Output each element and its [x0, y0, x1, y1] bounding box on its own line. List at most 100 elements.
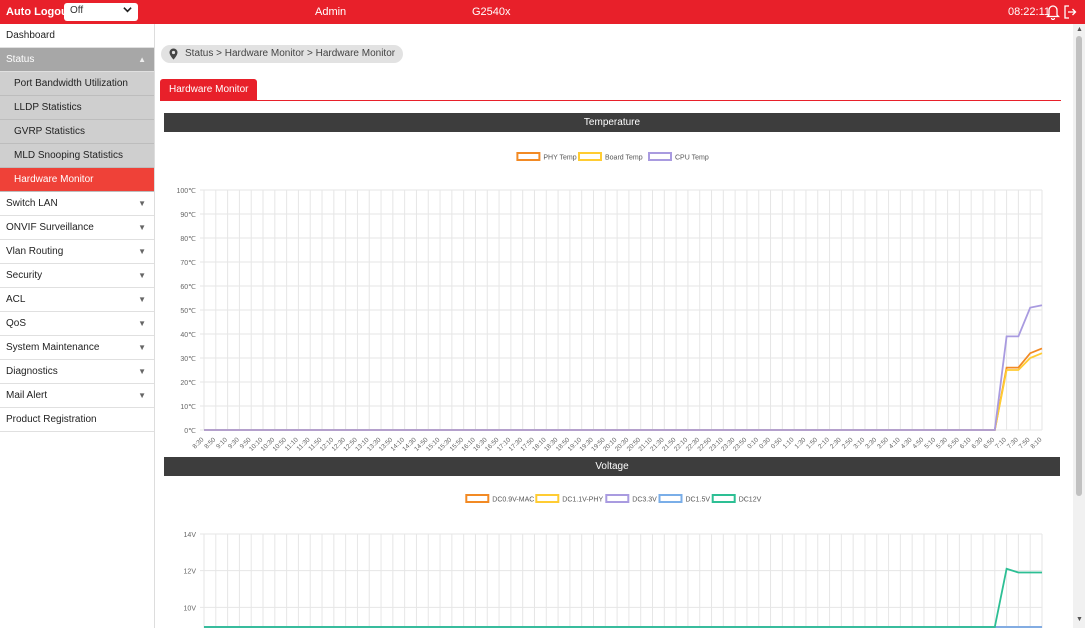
y-tick-label: 10V	[184, 605, 197, 612]
legend-label: DC3.3V	[632, 497, 657, 504]
temperature-section-header: Temperature	[164, 113, 1060, 132]
expand-arrow-icon: ▼	[138, 367, 146, 376]
chevron-down-icon	[123, 5, 132, 17]
main-content: Status > Hardware Monitor > Hardware Mon…	[155, 24, 1073, 628]
x-tick-label: 7:30	[1006, 436, 1020, 450]
tab-underline	[160, 100, 1061, 101]
legend-swatch	[648, 152, 672, 161]
x-tick-label: 8:10	[1030, 436, 1044, 450]
series-line	[204, 347, 1043, 431]
top-bar: Auto Logout : Off Admin G2540x 08:22:11	[0, 0, 1085, 24]
legend-label: DC0.9V-MAC	[492, 497, 534, 504]
page-scrollbar[interactable]: ▲ ▼	[1073, 24, 1085, 628]
user-name: Admin	[315, 6, 347, 18]
sidebar-subitem-label: Port Bandwidth Utilization	[14, 78, 128, 89]
legend-label: CPU Temp	[675, 155, 709, 162]
y-tick-label: 100℃	[176, 188, 196, 195]
auto-logout-select[interactable]: Off	[64, 3, 138, 21]
sidebar-item-system-maintenance[interactable]: System Maintenance ▼	[0, 336, 154, 360]
sidebar-item-label: Product Registration	[6, 414, 97, 425]
legend-swatch	[465, 494, 490, 503]
sidebar-item-status[interactable]: Status ▲	[0, 48, 154, 72]
sidebar-item-label: QoS	[6, 318, 27, 329]
x-tick-label: 1:50	[805, 436, 819, 450]
x-tick-label: 0:10	[746, 436, 760, 450]
x-tick-label: 3:30	[864, 436, 878, 450]
x-tick-label: 5:50	[947, 436, 961, 450]
x-tick-label: 8:50	[203, 436, 217, 450]
sidebar-subitem-label: Hardware Monitor	[14, 174, 94, 185]
legend-label: DC1.1V-PHY	[562, 497, 603, 504]
sidebar-subitem-hardware-monitor[interactable]: Hardware Monitor	[0, 168, 154, 192]
sidebar-item-dashboard[interactable]: Dashboard	[0, 24, 154, 48]
legend-swatch	[516, 152, 541, 161]
x-tick-label: 0:50	[770, 436, 784, 450]
x-tick-label: 6:10	[959, 436, 973, 450]
y-tick-label: 40℃	[180, 332, 196, 339]
expand-arrow-icon: ▼	[138, 247, 146, 256]
clock: 08:22:11	[1008, 6, 1051, 18]
y-tick-label: 80℃	[180, 236, 196, 243]
y-tick-label: 14V	[184, 532, 197, 539]
series-line	[204, 352, 1043, 431]
expand-arrow-icon: ▼	[138, 391, 146, 400]
scrollbar-thumb[interactable]	[1076, 36, 1082, 496]
y-tick-label: 90℃	[180, 212, 196, 219]
x-tick-label: 7:10	[994, 436, 1008, 450]
y-tick-label: 60℃	[180, 284, 196, 291]
sidebar-item-label: Switch LAN	[6, 198, 58, 209]
sidebar-subitem-label: MLD Snooping Statistics	[14, 150, 123, 161]
legend-swatch	[605, 494, 630, 503]
legend-label: DC1.5V	[686, 497, 711, 504]
scroll-up-icon[interactable]: ▲	[1076, 26, 1083, 33]
sidebar-item-diagnostics[interactable]: Diagnostics ▼	[0, 360, 154, 384]
x-tick-label: 6:30	[971, 436, 985, 450]
x-tick-label: 6:50	[982, 436, 996, 450]
expand-arrow-icon: ▼	[138, 295, 146, 304]
sidebar-item-acl[interactable]: ACL ▼	[0, 288, 154, 312]
x-tick-label: 3:10	[852, 436, 866, 450]
x-tick-label: 2:30	[829, 436, 843, 450]
sidebar-item-switch-lan[interactable]: Switch LAN ▼	[0, 192, 154, 216]
voltage-section-header: Voltage	[164, 457, 1060, 476]
collapse-arrow-icon: ▲	[138, 55, 146, 64]
x-tick-label: 5:10	[923, 436, 937, 450]
sidebar-subitem-gvrp[interactable]: GVRP Statistics	[0, 120, 154, 144]
sidebar-subitem-mld[interactable]: MLD Snooping Statistics	[0, 144, 154, 168]
sidebar-subitem-label: GVRP Statistics	[14, 126, 85, 137]
y-tick-label: 12V	[184, 569, 197, 576]
breadcrumb: Status > Hardware Monitor > Hardware Mon…	[161, 45, 404, 63]
expand-arrow-icon: ▼	[138, 223, 146, 232]
x-tick-label: 0:30	[758, 436, 772, 450]
y-tick-label: 30℃	[180, 356, 196, 363]
sidebar-item-security[interactable]: Security ▼	[0, 264, 154, 288]
x-tick-label: 3:50	[876, 436, 890, 450]
sidebar-item-mail-alert[interactable]: Mail Alert ▼	[0, 384, 154, 408]
sidebar-subitem-lldp[interactable]: LLDP Statistics	[0, 96, 154, 120]
y-tick-label: 20℃	[180, 380, 196, 387]
expand-arrow-icon: ▼	[138, 343, 146, 352]
y-tick-label: 70℃	[180, 260, 196, 267]
y-tick-label: 10℃	[180, 404, 196, 411]
bell-icon[interactable]	[1045, 4, 1062, 21]
legend-label: PHY Temp	[543, 155, 576, 162]
sidebar-subitem-port-bandwidth[interactable]: Port Bandwidth Utilization	[0, 72, 154, 96]
sidebar-item-qos[interactable]: QoS ▼	[0, 312, 154, 336]
x-tick-label: 9:10	[215, 436, 229, 450]
sidebar-item-product-registration[interactable]: Product Registration	[0, 408, 154, 432]
x-tick-label: 9:30	[227, 436, 241, 450]
expand-arrow-icon: ▼	[138, 271, 146, 280]
auto-logout-value: Off	[70, 5, 84, 16]
x-tick-label: 2:10	[817, 436, 831, 450]
logout-icon[interactable]	[1063, 4, 1079, 20]
y-tick-label: 0℃	[184, 428, 196, 435]
x-tick-label: 2:50	[841, 436, 855, 450]
tab-hardware-monitor[interactable]: Hardware Monitor	[160, 79, 258, 100]
sidebar-item-label: Diagnostics	[6, 366, 58, 377]
legend-swatch	[658, 494, 683, 503]
sidebar-item-vlan-routing[interactable]: Vlan Routing ▼	[0, 240, 154, 264]
sidebar-item-onvif[interactable]: ONVIF Surveillance ▼	[0, 216, 154, 240]
sidebar: Dashboard Status ▲ Port Bandwidth Utiliza…	[0, 24, 155, 628]
sidebar-item-label: System Maintenance	[6, 342, 100, 353]
scroll-down-icon[interactable]: ▼	[1076, 616, 1083, 623]
